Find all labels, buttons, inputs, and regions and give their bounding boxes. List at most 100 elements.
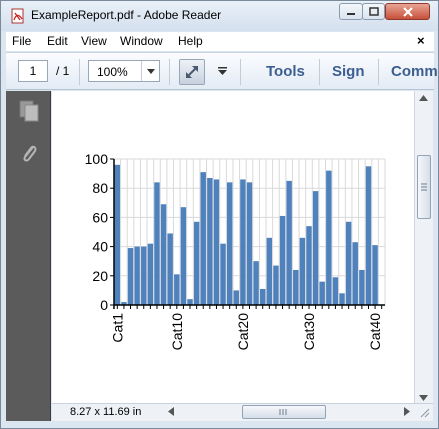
- comment-pane-button[interactable]: Comm: [391, 63, 438, 80]
- y-tick-label: 20: [92, 268, 108, 284]
- bar-cat21: [246, 182, 253, 305]
- bar-cat27: [286, 180, 292, 305]
- bar-cat19: [233, 290, 239, 305]
- page-total: / 1: [56, 64, 70, 78]
- x-tick-label: Cat40: [367, 313, 383, 351]
- bar-chart: 0 20 40 60 80 100 Cat1 Cat10 Cat20 Cat30 Cat40: [85, 151, 386, 351]
- zoom-value: 100%: [97, 65, 128, 79]
- full-screen-button[interactable]: [179, 59, 205, 85]
- navigation-pane: [6, 91, 51, 421]
- menu-bar: File Edit View Window Help ×: [6, 32, 434, 51]
- close-window-button[interactable]: [385, 3, 430, 20]
- title-bar: ExampleReport.pdf - Adobe Reader: [1, 1, 438, 31]
- menu-window[interactable]: Window: [120, 34, 163, 48]
- maximize-button[interactable]: [362, 3, 385, 20]
- bar-cat11: [180, 207, 187, 305]
- bar-cat8: [160, 204, 167, 305]
- bar-cat33: [326, 170, 332, 305]
- y-tick-label: 0: [100, 297, 108, 313]
- bar-cat32: [319, 281, 325, 305]
- bar-cat36: [345, 221, 352, 305]
- expand-arrows-icon: [186, 66, 198, 78]
- x-tick-label: Cat30: [301, 313, 317, 351]
- close-document-button[interactable]: ×: [417, 33, 425, 48]
- toolbar-divider: [79, 59, 80, 85]
- bar-cat34: [332, 277, 339, 305]
- vertical-scrollbar[interactable]: [414, 91, 433, 403]
- x-tick-label: Cat1: [109, 313, 125, 343]
- bar-cat15: [207, 177, 213, 305]
- horizontal-scroll-thumb[interactable]: [242, 405, 326, 419]
- vertical-scroll-thumb[interactable]: [417, 155, 431, 219]
- bar-cat4: [134, 246, 140, 305]
- bar-cat35: [339, 293, 345, 305]
- bar-cat28: [293, 269, 299, 305]
- bar-cat25: [273, 265, 279, 305]
- more-options-dropdown[interactable]: [218, 67, 227, 75]
- scroll-down-arrow-icon[interactable]: [419, 395, 428, 401]
- minimize-button[interactable]: [339, 3, 363, 20]
- zoom-select[interactable]: 100%: [88, 60, 160, 82]
- bar-cat1: [114, 164, 121, 305]
- bar-cat9: [167, 233, 173, 305]
- bar-cat17: [220, 243, 226, 305]
- toolbar-divider: [378, 59, 379, 85]
- bar-cat7: [154, 182, 160, 305]
- close-icon: [402, 6, 413, 17]
- bar-cat18: [226, 182, 233, 305]
- status-bar: 8.27 x 11.69 in: [52, 403, 433, 421]
- bar-cat31: [312, 191, 319, 305]
- grip-icon: [421, 183, 427, 191]
- maximize-icon: [368, 7, 379, 16]
- toolbar-divider: [319, 59, 320, 85]
- menu-help[interactable]: Help: [178, 34, 203, 48]
- page-size-label: 8.27 x 11.69 in: [70, 406, 142, 418]
- bar-cat23: [260, 288, 266, 305]
- y-tick-label: 80: [92, 180, 108, 196]
- bar-cat39: [365, 166, 372, 305]
- bar-cat38: [359, 269, 365, 305]
- x-tick-label: Cat10: [169, 313, 185, 351]
- resize-grip-icon[interactable]: [420, 408, 430, 418]
- page-number-input[interactable]: 1: [18, 60, 48, 82]
- bar-cat12: [187, 299, 193, 305]
- bar-cat13: [193, 221, 200, 305]
- menu-edit[interactable]: Edit: [47, 34, 68, 48]
- scroll-up-arrow-icon[interactable]: [419, 95, 428, 101]
- window-title: ExampleReport.pdf - Adobe Reader: [31, 8, 222, 22]
- bar-cat40: [372, 245, 378, 305]
- sign-pane-button[interactable]: Sign: [332, 63, 365, 80]
- y-tick-label: 100: [85, 151, 109, 167]
- x-tick-label: Cat20: [235, 313, 251, 351]
- adobe-reader-window: ExampleReport.pdf - Adobe Reader File Ed…: [0, 0, 439, 429]
- minimize-icon: [347, 12, 355, 15]
- tools-pane-button[interactable]: Tools: [266, 63, 305, 80]
- toolbar: 1 / 1 100% Tools Sign Comm: [6, 52, 438, 90]
- zoom-dropdown-button[interactable]: [141, 61, 159, 81]
- bar-cat26: [279, 215, 286, 305]
- pages-icon[interactable]: [18, 99, 40, 123]
- bar-cat20: [240, 179, 246, 305]
- bar-cat3: [127, 248, 134, 305]
- bar-cat22: [253, 261, 259, 305]
- menu-file[interactable]: File: [12, 34, 31, 48]
- y-tick-label: 40: [92, 239, 108, 255]
- pdf-file-icon: [11, 8, 24, 24]
- scroll-left-arrow-icon[interactable]: [168, 407, 174, 416]
- y-tick-label: 60: [92, 209, 108, 225]
- toolbar-divider: [169, 59, 170, 85]
- bar-cat5: [141, 246, 147, 305]
- paperclip-icon[interactable]: [18, 141, 40, 165]
- bar-cat24: [266, 237, 273, 305]
- bar-cat6: [147, 243, 154, 305]
- scroll-right-arrow-icon[interactable]: [404, 407, 410, 416]
- menu-view[interactable]: View: [81, 34, 107, 48]
- bar-cat37: [352, 242, 358, 305]
- bar-cat10: [174, 274, 180, 305]
- document-view[interactable]: 0 20 40 60 80 100 Cat1 Cat10 Cat20 Cat30 Cat40: [52, 91, 414, 403]
- toolbar-divider: [240, 59, 241, 85]
- bar-cat14: [200, 172, 206, 305]
- grip-icon: [279, 409, 287, 415]
- bar-cat29: [299, 237, 306, 305]
- bar-cat16: [213, 179, 220, 305]
